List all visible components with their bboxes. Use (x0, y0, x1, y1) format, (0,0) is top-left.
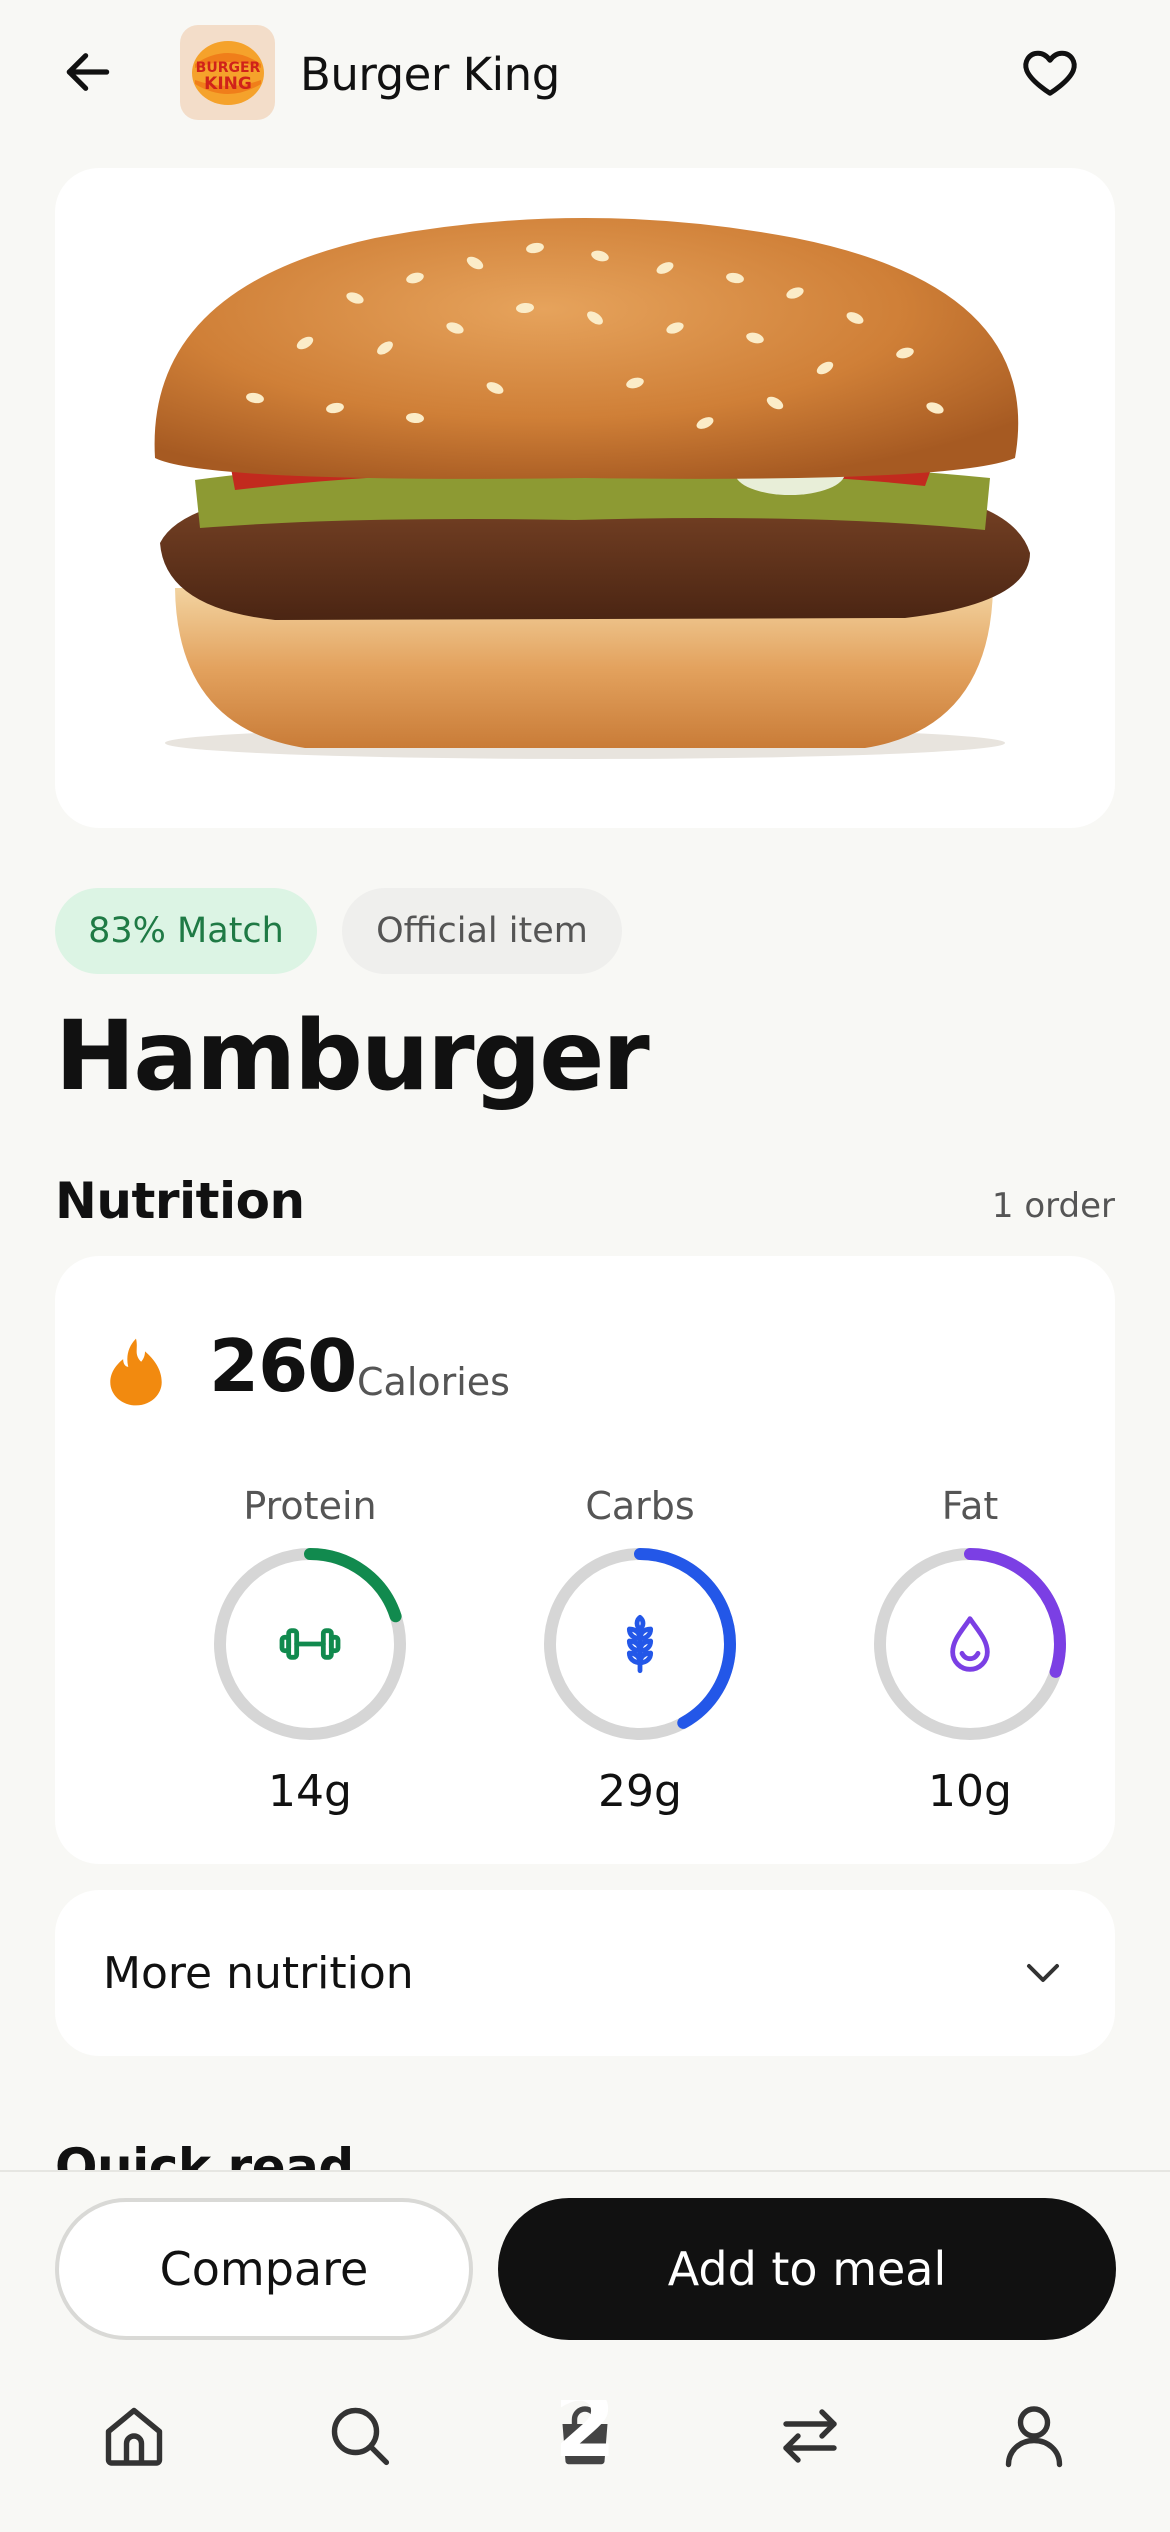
droplet-icon (950, 1616, 990, 1672)
nav-profile[interactable] (984, 2386, 1084, 2486)
home-icon (105, 2407, 163, 2466)
nav-search[interactable] (310, 2386, 410, 2486)
calories-value: 260 (209, 1324, 357, 1408)
brand-name[interactable]: Burger King (300, 48, 560, 101)
macro-value: 29g (598, 1766, 682, 1817)
serving-size: 1 order (991, 1186, 1115, 1226)
bottom-navigation: 2 (0, 2386, 1170, 2496)
bag-icon: 2 (554, 2400, 617, 2472)
macro-value: 10g (928, 1766, 1012, 1817)
nutrition-card: 260 Calories Protein 14g Carbs 29g Fat 1… (55, 1256, 1115, 1864)
macro-label: Protein (243, 1484, 377, 1528)
flame-icon (110, 1338, 162, 1406)
macro-label: Carbs (585, 1484, 695, 1528)
compare-button[interactable]: Compare (55, 2198, 473, 2340)
more-nutrition-toggle[interactable]: More nutrition (55, 1890, 1115, 2056)
brand-logo: BURGER KING (180, 25, 275, 120)
heart-icon (1023, 50, 1077, 96)
dumbbell-icon (279, 1628, 341, 1660)
search-icon (331, 2407, 390, 2466)
back-button[interactable] (52, 36, 124, 108)
favorite-button[interactable] (1010, 36, 1090, 108)
nav-bag[interactable]: 2 (535, 2386, 635, 2486)
bag-badge: 2 (554, 2400, 617, 2472)
item-image (55, 168, 1115, 828)
macro-protein: Protein 14g (205, 1484, 415, 1817)
nav-compare[interactable] (760, 2386, 860, 2486)
carbs-ring (540, 1544, 740, 1744)
macro-value: 14g (268, 1766, 352, 1817)
profile-icon (1005, 2406, 1063, 2468)
add-to-meal-button[interactable]: Add to meal (498, 2198, 1116, 2340)
macro-label: Fat (941, 1484, 999, 1528)
macro-carbs: Carbs 29g (535, 1484, 745, 1817)
header: BURGER KING Burger King (0, 0, 1170, 150)
wheat-icon (626, 1614, 654, 1674)
arrow-left-icon (66, 53, 110, 91)
official-item-badge: Official item (342, 888, 622, 974)
macro-fat: Fat 10g (865, 1484, 1075, 1817)
protein-ring (210, 1544, 410, 1744)
calories-label: Calories (357, 1360, 510, 1404)
match-badge: 83% Match (55, 888, 317, 974)
more-nutrition-label: More nutrition (103, 1948, 414, 1999)
item-title: Hamburger (55, 1000, 650, 1112)
fat-ring (870, 1544, 1070, 1744)
bottom-bar: Compare Add to meal 2 (0, 2170, 1170, 2532)
nav-home[interactable] (84, 2386, 184, 2486)
quick-read-heading: Quick read (55, 2138, 354, 2170)
swap-icon (783, 2409, 837, 2463)
nutrition-heading: Nutrition (55, 1172, 305, 1230)
svg-text:KING: KING (204, 74, 252, 94)
hamburger-image (154, 218, 1030, 759)
chevron-down-icon (1027, 1964, 1059, 1982)
